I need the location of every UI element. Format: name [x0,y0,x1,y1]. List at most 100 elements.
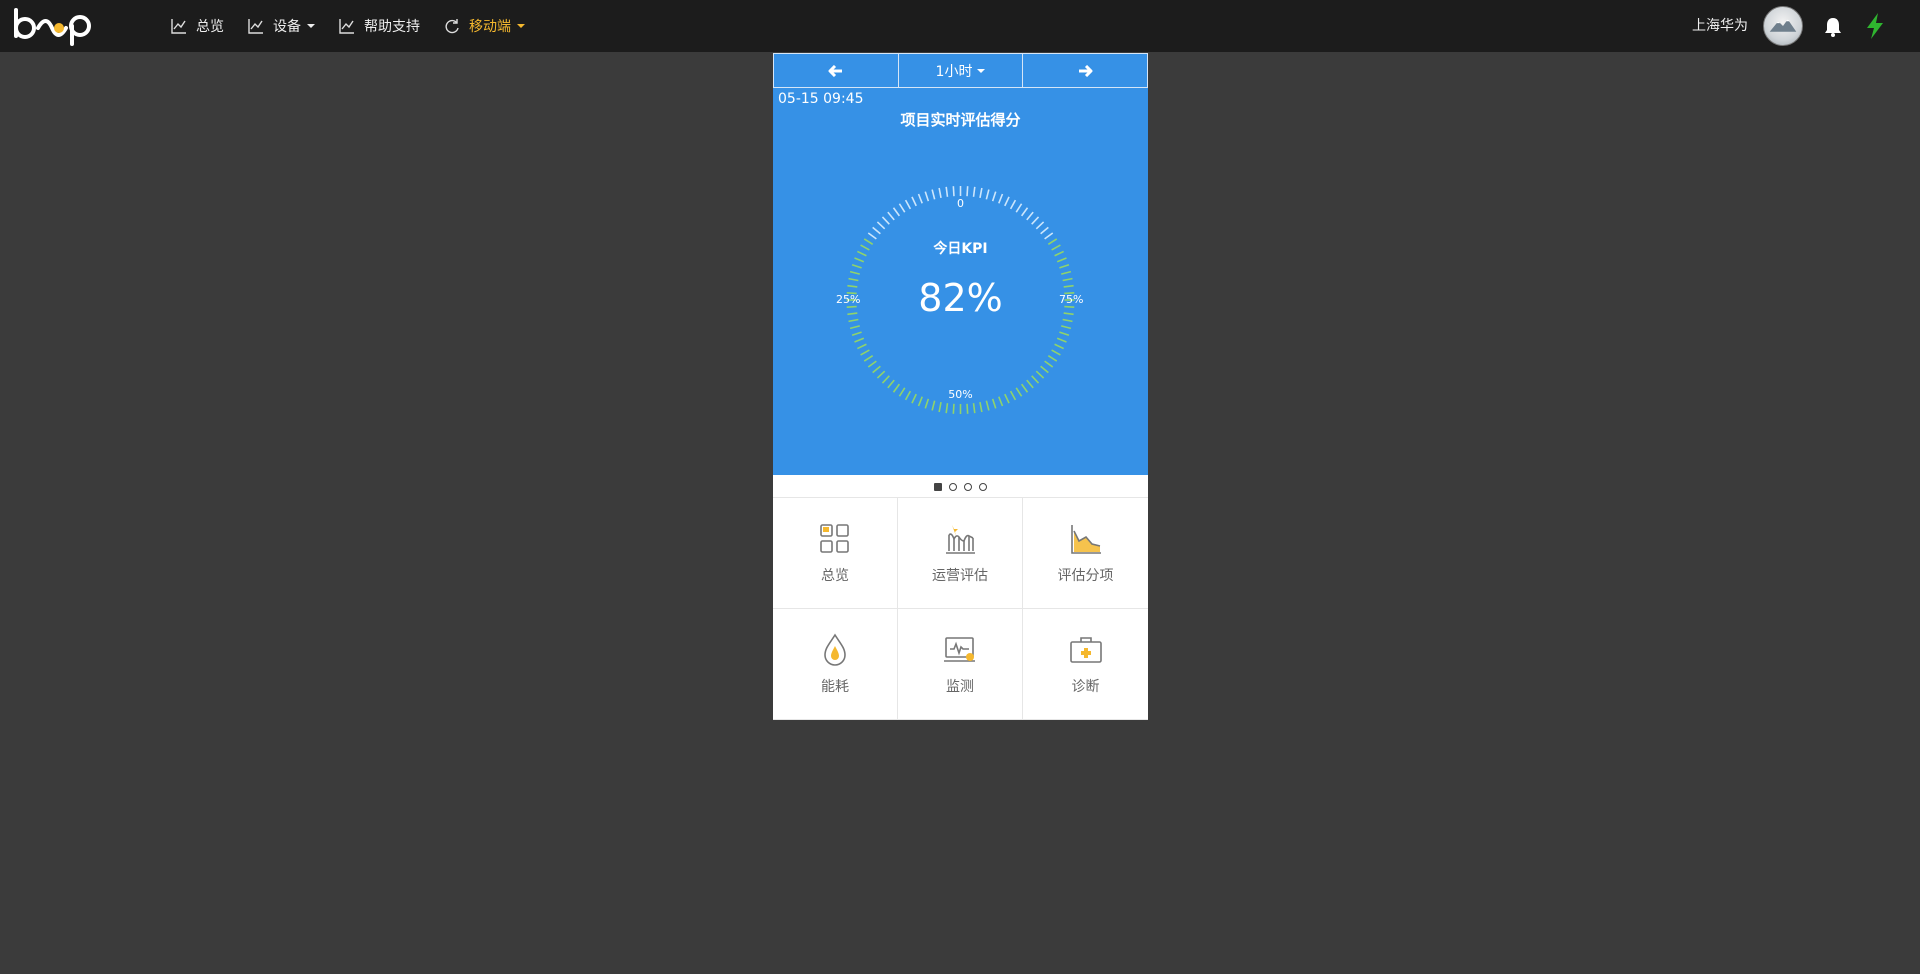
gauge-tick [851,331,862,336]
gauge-tick [881,216,890,225]
menu-diagnosis[interactable]: 诊断 [1023,609,1148,720]
gauge-tick [1056,337,1067,343]
menu-overview[interactable]: 总览 [773,498,898,609]
time-toolbar: 1小时 [773,53,1148,88]
gauge-tick [1040,365,1049,374]
gauge-label-bottom: 50% [948,388,973,401]
gauge-tick [972,186,976,197]
medical-kit-icon [1069,637,1102,663]
gauge-tick [945,403,949,414]
gauge-tick [952,403,955,414]
gauge-tick [972,403,976,414]
menu-operation-evaluation[interactable]: 运营评估 [898,498,1023,609]
gauge-tick [1031,216,1040,225]
beep-logo[interactable] [12,6,102,46]
gauge-tick [849,270,860,275]
nav-devices-label: 设备 [273,19,301,35]
gauge-tick [857,343,867,350]
gauge-tick [1054,343,1064,350]
gauge-tick [887,379,895,389]
refresh-icon [445,19,459,34]
gauge-tick [1061,270,1072,275]
gauge-tick [1031,375,1040,384]
gauge-tick [1035,370,1045,379]
gauge-tick [931,400,936,411]
avatar[interactable] [1763,6,1803,46]
gauge-tick [860,349,870,356]
chevron-down-icon [517,24,525,28]
bolt-icon[interactable] [1864,12,1886,40]
menu-evaluation-items-label: 评估分项 [1057,568,1114,584]
gauge-tick [1056,257,1067,263]
pager-dot[interactable] [979,483,987,491]
overview-grid-icon [820,524,849,553]
menu-evaluation-items[interactable]: 评估分项 [1023,498,1148,609]
carousel-pager [773,475,1148,499]
function-menu-grid: 总览 运营评估 评估分项 能耗 监测 诊断 [773,497,1148,720]
gauge-tick [851,264,862,269]
arrow-left-icon [828,64,842,77]
gauge-tick [887,211,895,221]
gauge-tick [1026,211,1034,221]
next-period-button[interactable] [1023,54,1147,87]
gauge-tick [945,186,949,197]
bell-icon[interactable] [1822,16,1844,38]
gauge-tick [966,186,969,197]
mobile-preview-panel: 1小时 05-15 09:45 项目实时评估得分 0 25% 75% 50% 今… [773,53,1148,720]
menu-overview-label: 总览 [821,568,849,584]
gauge-tick [938,402,942,413]
kpi-gauge-card: 05-15 09:45 项目实时评估得分 0 25% 75% 50% 今日KPI… [773,88,1148,475]
pager-dot[interactable] [949,483,957,491]
top-navbar: 总览 设备 帮助支持 移动端 上海华为 [0,0,1920,52]
menu-monitoring[interactable]: 监测 [898,609,1023,720]
gauge-tick [876,370,886,379]
pager-dot[interactable] [964,483,972,491]
gauge-tick [849,325,860,330]
gauge-tick [1051,349,1061,356]
gauge-tick [867,360,877,368]
period-select[interactable]: 1小时 [899,54,1024,87]
gauge-tick [854,257,865,263]
water-drop-icon [824,633,846,666]
prev-period-button[interactable] [774,54,899,87]
datetime-label: 05-15 09:45 [778,91,864,107]
nav-mobile-label: 移动端 [469,19,511,35]
period-label: 1小时 [935,63,973,80]
chevron-down-icon [977,68,986,73]
gauge-tick [1047,355,1058,362]
gauge-tick [872,365,881,374]
chevron-down-icon [307,24,315,28]
area-chart-icon [1070,525,1101,554]
nav-devices[interactable]: 设备 [247,0,315,52]
gauge-tick [966,403,969,414]
menu-monitoring-label: 监测 [946,679,974,695]
menu-operation-evaluation-label: 运营评估 [932,568,988,584]
menu-diagnosis-label: 诊断 [1071,679,1100,695]
gauge-tick [1061,325,1072,330]
menu-energy-label: 能耗 [821,679,849,695]
gauge-tick [985,400,990,411]
monitor-icon [944,637,975,662]
bar-chart-icon [946,525,975,554]
gauge-tick [1044,360,1054,368]
gauge-tick [863,355,874,362]
gauge-tick [1035,221,1045,230]
gauge-tick [872,226,881,235]
nav-mobile[interactable]: 移动端 [443,0,525,52]
pager-dot[interactable] [934,483,942,491]
gauge-tick [1040,226,1049,235]
nav-help[interactable]: 帮助支持 [338,0,420,52]
gauge-tick [876,221,886,230]
nav-overview-label: 总览 [196,19,224,35]
user-name[interactable]: 上海华为 [1692,0,1748,52]
gauge-tick [1026,379,1034,389]
line-chart-icon [339,19,354,34]
gauge-title: 项目实时评估得分 [900,111,1021,129]
nav-overview[interactable]: 总览 [170,0,224,52]
gauge-tick [1059,264,1070,269]
gauge-tick [979,402,983,413]
menu-energy[interactable]: 能耗 [773,609,898,720]
gauge-tick [952,186,955,197]
arrow-right-icon [1079,64,1093,77]
gauge-tick [1059,331,1070,336]
